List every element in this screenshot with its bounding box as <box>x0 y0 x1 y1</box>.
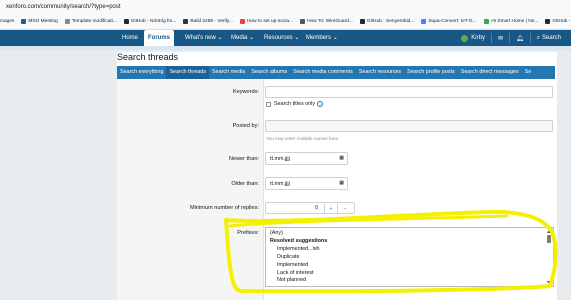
search-tab[interactable]: Search albums <box>248 66 290 79</box>
browser-address-bar[interactable]: xenforo.com/community/search/?type=post <box>0 0 571 14</box>
chevron-down-icon: ⌄ <box>217 35 223 41</box>
bookmark-label: GitHub - spanHead... <box>552 19 571 24</box>
chevron-down-icon: ⌄ <box>294 35 300 41</box>
help-icon[interactable]: ? <box>317 101 323 107</box>
bookmark-favicon-icon <box>359 19 365 24</box>
sub-navbar <box>0 46 571 50</box>
bookmark-favicon-icon <box>300 19 306 24</box>
search-icon[interactable]: ⌕ <box>537 35 540 42</box>
newer-than-label: Newer than: <box>228 156 259 162</box>
newer-than-date[interactable]: tt.mm.jjjj ▦ <box>265 152 348 165</box>
bookmark-item[interactable]: +5 Smart Home | Ne... <box>483 19 539 24</box>
bookmark-item[interactable]: Supa-Convert: IoT-G... <box>421 19 477 24</box>
bookmark-favicon-icon <box>545 19 551 24</box>
nav-home[interactable]: Home <box>122 30 138 46</box>
site-navbar: Home Forums What's new ⌄ Media ⌄ Resourc… <box>0 30 571 46</box>
address-url[interactable]: xenforo.com/community/search/?type=post <box>6 4 121 10</box>
bookmarks-bar: mages MSO Meeting Template modificati... Gi… <box>0 14 571 30</box>
search-tab[interactable]: Search direct messages <box>458 66 522 79</box>
older-than-label: Older than: <box>231 181 259 187</box>
bookmark-favicon-icon <box>239 19 245 24</box>
user-name[interactable]: Kirby <box>471 35 485 41</box>
bookmark-label: MSO Meeting <box>28 19 58 24</box>
posted-by-input[interactable] <box>265 120 553 132</box>
chevron-down-icon: ⌄ <box>249 35 255 41</box>
bookmark-favicon-icon <box>21 19 27 24</box>
bookmark-label: Build 2468 - Verify... <box>190 19 233 24</box>
nav-whats-new[interactable]: What's new ⌄ <box>185 30 223 46</box>
divider <box>529 33 531 43</box>
bookmark-favicon-icon <box>183 19 189 24</box>
search-tab[interactable]: Se <box>522 66 535 79</box>
nav-resources[interactable]: Resources ⌄ <box>264 30 299 46</box>
bookmark-item[interactable]: GitHub - NiXIII/g.fm... <box>123 19 177 24</box>
bookmark-favicon-icon <box>64 19 70 24</box>
nav-media[interactable]: Media ⌄ <box>231 30 254 46</box>
nav-user-area: Kirby ✉ 🔔︎ ⌕ Search <box>461 30 561 46</box>
bookmark-favicon-icon <box>483 19 489 24</box>
bookmark-item[interactable]: GitHub - spanHead... <box>545 19 571 24</box>
search-tab[interactable]: Search media <box>209 66 248 79</box>
page-title: Search threads <box>117 52 179 62</box>
bookmark-label: How To: WireGuard... <box>307 19 353 24</box>
search-tab[interactable]: Search profile posts <box>404 66 458 79</box>
titles-only-checkbox[interactable] <box>266 102 271 107</box>
divider <box>490 33 492 43</box>
bookmark-item[interactable]: GitHub - Senyerobid... <box>359 19 415 24</box>
bookmark-item[interactable]: MSO Meeting <box>21 19 58 24</box>
divider <box>508 33 510 43</box>
bookmark-label: Supa-Convert: IoT-G... <box>428 19 477 24</box>
bookmark-item[interactable]: mages <box>0 19 14 24</box>
bookmark-label: mages <box>0 19 15 24</box>
calendar-icon[interactable]: ▦ <box>339 180 344 186</box>
bookmark-label: Template modificati... <box>71 19 117 24</box>
keywords-input[interactable] <box>265 86 553 98</box>
bookmark-item[interactable]: Template modificati... <box>64 19 117 24</box>
bookmark-favicon-icon <box>123 19 129 24</box>
titles-only-label: Search titles only <box>274 101 316 107</box>
search-type-tabs: Search everything Search threads Search me… <box>117 66 555 79</box>
bookmark-item[interactable]: How To: WireGuard... <box>300 19 353 24</box>
yellow-highlight-annotation <box>224 210 558 294</box>
search-tab[interactable]: Search media comments <box>290 66 356 79</box>
nav-forums[interactable]: Forums <box>144 30 175 46</box>
nav-members[interactable]: Members ⌄ <box>306 30 338 46</box>
inbox-icon[interactable]: ✉ <box>498 35 503 42</box>
chevron-down-icon: ⌄ <box>332 35 338 41</box>
keywords-label: Keywords: <box>232 89 259 95</box>
bookmark-item[interactable]: Build 2468 - Verify... <box>183 19 233 24</box>
newer-than-value: tt.mm.jjjj <box>270 156 290 162</box>
search-tab[interactable]: Search everything <box>117 66 166 79</box>
older-than-date[interactable]: tt.mm.jjjj ▦ <box>265 177 348 190</box>
older-than-value: tt.mm.jjjj <box>270 181 290 187</box>
posted-by-hint: You may enter multiple names here. <box>266 136 340 141</box>
bookmark-label: +5 Smart Home | Ne... <box>490 19 539 24</box>
posted-by-label: Posted by: <box>232 123 259 129</box>
search-tab[interactable]: Search threads <box>166 66 210 79</box>
bookmark-favicon-icon <box>421 19 427 24</box>
alerts-icon[interactable]: 🔔︎ <box>516 35 524 42</box>
search-tab[interactable]: Search resources <box>356 66 404 79</box>
bookmark-item[interactable]: How to set up-socia... <box>239 19 294 24</box>
bookmark-label: GitHub - NiXIII/g.fm... <box>130 19 177 24</box>
calendar-icon[interactable]: ▦ <box>339 155 344 161</box>
bookmark-label: How to set up-socia... <box>246 19 294 24</box>
bookmark-label: GitHub - Senyerobid... <box>366 19 415 24</box>
avatar[interactable] <box>461 34 469 42</box>
search-link[interactable]: Search <box>542 35 561 41</box>
